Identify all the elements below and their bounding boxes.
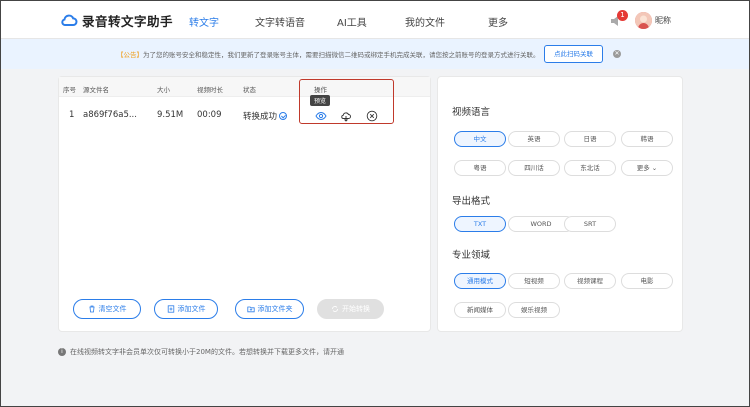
add-file-icon: [167, 305, 174, 313]
cloud-logo-icon: [61, 14, 78, 26]
close-icon[interactable]: ✕: [613, 50, 621, 58]
start-convert-label: 开始转换: [342, 305, 370, 313]
avatar-image: [635, 12, 652, 29]
preview-tooltip: 预览: [310, 95, 331, 106]
row-size: 9.51M: [157, 110, 184, 120]
add-folder-label: 添加文件夹: [257, 305, 293, 313]
notice-text: 【公告】为了您的账号安全和稳定性，我们更新了登录账号主体，需要扫描微信二维码或绑…: [117, 49, 540, 59]
lang-option[interactable]: 东北话: [564, 160, 616, 176]
trash-icon: [89, 305, 94, 313]
top-header: 录音转文字助手 转文字 文字转语音 AI工具 我的文件 更多 1 昵称: [1, 1, 749, 39]
row-status: 转换成功: [243, 110, 288, 122]
avatar[interactable]: [635, 12, 652, 29]
nav-transcribe[interactable]: 转文字: [189, 14, 219, 29]
lang-option[interactable]: 英语: [508, 131, 560, 147]
status-text: 转换成功: [243, 112, 278, 122]
notice-message: 为了您的账号安全和稳定性，我们更新了登录账号主体，需要扫描微信二维码或绑定手机完…: [143, 51, 540, 59]
file-list-panel: 序号 源文件名 大小 视频时长 状态 操作 1 a869f76a5... 9.5…: [58, 76, 431, 332]
add-file-label: 添加文件: [177, 305, 206, 313]
notification-badge: 1: [617, 10, 628, 21]
domain-option[interactable]: 新闻媒体: [454, 302, 506, 318]
nav-more[interactable]: 更多: [488, 14, 508, 29]
clear-files-button[interactable]: 清空文件: [73, 299, 141, 319]
col-filename: 源文件名: [83, 86, 109, 94]
video-language-title: 视频语言: [452, 107, 491, 118]
lang-option[interactable]: 粤语: [454, 160, 506, 176]
nickname[interactable]: 昵称: [655, 15, 671, 26]
lang-more-dropdown[interactable]: 更多 ⌄: [621, 160, 673, 176]
domain-option[interactable]: 通用模式: [454, 273, 506, 289]
notice-tag: 【公告】: [117, 51, 143, 59]
logo-text: 录音转文字助手: [82, 13, 174, 29]
start-convert-button[interactable]: 开始转换: [317, 299, 384, 319]
lang-option[interactable]: 韩语: [621, 131, 673, 147]
nav-my-files[interactable]: 我的文件: [405, 14, 445, 29]
clear-files-label: 清空文件: [98, 305, 127, 313]
col-size: 大小: [157, 86, 170, 94]
domain-option[interactable]: 娱乐视频: [508, 302, 560, 318]
footer-note: i 在线视频转文字非会员单次仅可转换小于20M的文件。若想转换并下载更多文件，请…: [58, 347, 344, 357]
add-folder-icon: [246, 306, 255, 313]
sync-icon: [332, 306, 338, 312]
col-status: 状态: [243, 86, 256, 94]
preview-eye-icon[interactable]: [315, 107, 327, 121]
scan-link-button[interactable]: 点此扫码关联: [544, 45, 603, 63]
settings-panel: 视频语言 中文 英语 日语 韩语 粤语 四川话 东北话 更多 ⌄ 导出格式 TX…: [437, 76, 683, 332]
col-index: 序号: [63, 86, 76, 94]
lang-option[interactable]: 四川话: [508, 160, 560, 176]
row-index: 1: [69, 110, 75, 120]
domain-option[interactable]: 视频课程: [564, 273, 616, 289]
domain-option[interactable]: 短视频: [508, 273, 560, 289]
format-option[interactable]: SRT: [564, 216, 616, 232]
delete-circle-icon[interactable]: [366, 107, 378, 122]
domain-title: 专业领域: [452, 250, 491, 261]
export-format-title: 导出格式: [452, 196, 491, 207]
add-file-button[interactable]: 添加文件: [154, 299, 218, 319]
nav-text-to-speech[interactable]: 文字转语音: [255, 14, 305, 29]
format-option[interactable]: TXT: [454, 216, 506, 232]
col-duration: 视频时长: [197, 86, 223, 94]
notice-bar: 【公告】为了您的账号安全和稳定性，我们更新了登录账号主体，需要扫描微信二维码或绑…: [1, 39, 749, 69]
lang-option[interactable]: 日语: [564, 131, 616, 147]
cloud-download-icon[interactable]: [340, 107, 352, 122]
footer-note-text: 在线视频转文字非会员单次仅可转换小于20M的文件。若想转换并下载更多文件，请开通: [70, 348, 344, 356]
row-filename: a869f76a5...: [83, 110, 137, 120]
lang-option[interactable]: 中文: [454, 131, 506, 147]
logo[interactable]: 录音转文字助手: [59, 10, 173, 30]
add-folder-button[interactable]: 添加文件夹: [235, 299, 304, 319]
row-duration: 00:09: [197, 110, 222, 120]
domain-option[interactable]: 电影: [621, 273, 673, 289]
info-icon: i: [58, 348, 66, 356]
nav-ai-tools[interactable]: AI工具: [337, 14, 367, 29]
check-circle-icon: [279, 111, 288, 120]
